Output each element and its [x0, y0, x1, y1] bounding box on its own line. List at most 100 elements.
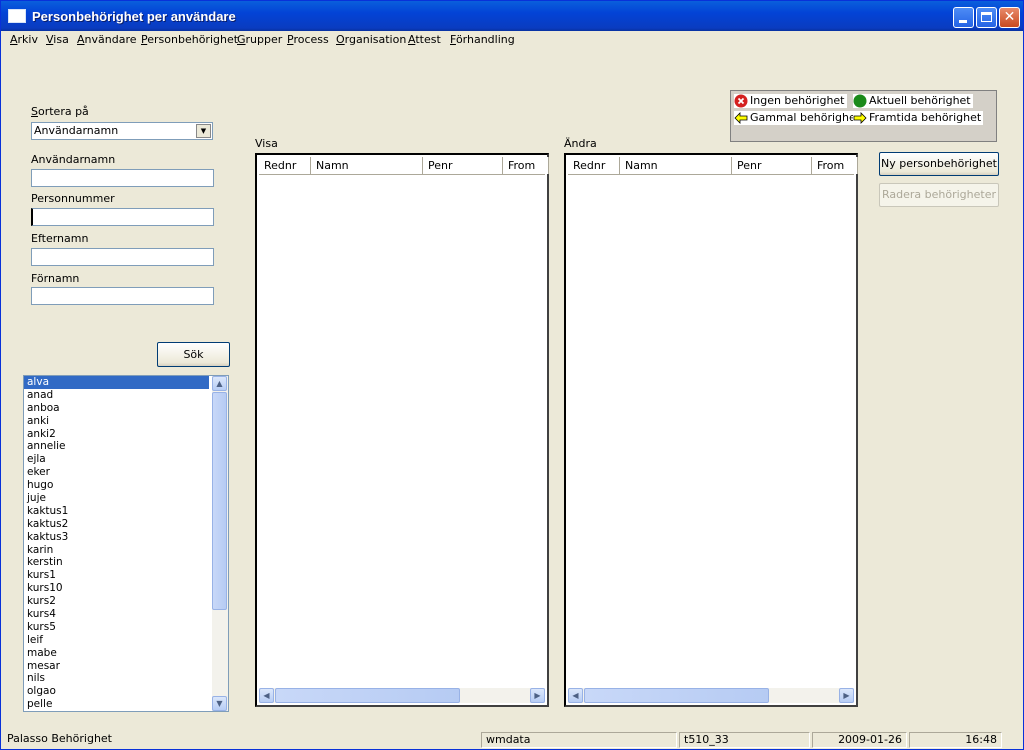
- visa-col-penr[interactable]: Penr: [423, 157, 503, 174]
- scroll-right-icon[interactable]: ▶: [839, 688, 854, 703]
- list-item[interactable]: mabe: [24, 647, 228, 660]
- user-list[interactable]: alva anad anboa anki anki2 annelie ejla eker hug…: [23, 375, 229, 712]
- arrow-left-icon: [734, 111, 748, 125]
- maximize-button[interactable]: [976, 7, 997, 28]
- status-server: t510_33: [679, 732, 810, 748]
- visa-col-from[interactable]: From: [503, 157, 549, 174]
- user-list-scrollbar[interactable]: ▲ ▼: [212, 376, 228, 711]
- personnummer-field[interactable]: [31, 208, 214, 226]
- legend-framtida: Framtida behörighet: [853, 111, 984, 125]
- andra-col-from[interactable]: From: [812, 157, 858, 174]
- scroll-down-icon[interactable]: ▼: [212, 696, 227, 711]
- andra-col-rednr[interactable]: Rednr: [568, 157, 620, 174]
- dropdown-arrow-icon[interactable]: ▼: [196, 124, 211, 138]
- scroll-left-icon[interactable]: ◀: [568, 688, 583, 703]
- list-item[interactable]: anad: [24, 389, 228, 402]
- window-title: Personbehörighet per användare: [32, 9, 236, 24]
- andra-grid[interactable]: Rednr Namn Penr From ◀ ▶: [564, 153, 858, 707]
- list-item[interactable]: ejla: [24, 453, 228, 466]
- list-item[interactable]: anboa: [24, 402, 228, 415]
- list-item[interactable]: kurs5: [24, 621, 228, 634]
- menu-forhandling[interactable]: Förhandling: [450, 33, 515, 46]
- list-item[interactable]: kurs2: [24, 595, 228, 608]
- scroll-left-icon[interactable]: ◀: [259, 688, 274, 703]
- sort-select[interactable]: Användarnamn ▼: [31, 122, 213, 140]
- status-app: Palasso Behörighet: [7, 732, 112, 745]
- menu-personbehorighet[interactable]: Personbehörighet: [141, 33, 238, 46]
- list-item[interactable]: leif: [24, 634, 228, 647]
- arrow-right-icon: [853, 111, 867, 125]
- list-item[interactable]: pelle: [24, 698, 228, 711]
- title-bar[interactable]: Personbehörighet per användare ✕: [1, 1, 1023, 31]
- andra-label: Ändra: [564, 137, 597, 150]
- new-permission-label: Ny personbehörighet: [880, 157, 997, 170]
- username-field[interactable]: [31, 169, 214, 187]
- list-item[interactable]: kaktus2: [24, 518, 228, 531]
- sort-label: Sortera på: [31, 105, 89, 118]
- list-item[interactable]: nils: [24, 672, 228, 685]
- andra-col-penr[interactable]: Penr: [732, 157, 812, 174]
- visa-col-rednr[interactable]: Rednr: [259, 157, 311, 174]
- list-item[interactable]: annelie: [24, 440, 228, 453]
- minimize-icon: [959, 20, 967, 23]
- list-item[interactable]: kurs1: [24, 569, 228, 582]
- delete-permissions-button[interactable]: Radera behörigheter: [879, 183, 999, 207]
- visa-hscrollbar[interactable]: ◀ ▶: [259, 688, 545, 703]
- list-item[interactable]: kurs10: [24, 582, 228, 595]
- sort-value: Användarnamn: [34, 124, 119, 137]
- menu-grupper[interactable]: Grupper: [237, 33, 282, 46]
- username-label: Användarnamn: [31, 153, 116, 166]
- list-item[interactable]: kerstin: [24, 556, 228, 569]
- menu-anvandare[interactable]: Användare: [77, 33, 137, 46]
- legend-framtida-label: Framtida behörighet: [869, 111, 982, 124]
- legend-ingen-label: Ingen behörighet: [750, 94, 845, 107]
- minimize-button[interactable]: [953, 7, 974, 28]
- close-button[interactable]: ✕: [999, 7, 1020, 28]
- visa-grid[interactable]: Rednr Namn Penr From ◀ ▶: [255, 153, 549, 707]
- user-list-items: alva anad anboa anki anki2 annelie ejla eker hug…: [24, 376, 228, 711]
- search-button-label: Sök: [183, 348, 204, 361]
- list-item[interactable]: kaktus1: [24, 505, 228, 518]
- andra-grid-header: Rednr Namn Penr From: [568, 157, 858, 175]
- list-item[interactable]: hugo: [24, 479, 228, 492]
- close-icon: ✕: [1003, 9, 1016, 25]
- list-item[interactable]: olgao: [24, 685, 228, 698]
- scroll-up-icon[interactable]: ▲: [212, 376, 227, 391]
- list-item[interactable]: mesar: [24, 660, 228, 673]
- scroll-right-icon[interactable]: ▶: [530, 688, 545, 703]
- visa-col-namn[interactable]: Namn: [311, 157, 423, 174]
- andra-hscrollbar[interactable]: ◀ ▶: [568, 688, 854, 703]
- status-db: wmdata: [481, 732, 677, 748]
- maximize-icon: [981, 12, 992, 22]
- menu-organisation[interactable]: Organisation: [336, 33, 406, 46]
- list-item[interactable]: anki2: [24, 428, 228, 441]
- list-item[interactable]: kurs4: [24, 608, 228, 621]
- new-permission-button[interactable]: Ny personbehörighet: [879, 152, 999, 176]
- no-access-icon: [734, 94, 748, 108]
- andra-col-namn[interactable]: Namn: [620, 157, 732, 174]
- window-icon: [8, 9, 26, 23]
- list-item[interactable]: alva: [24, 376, 209, 389]
- visa-label: Visa: [255, 137, 278, 150]
- menu-process[interactable]: Process: [287, 33, 329, 46]
- efternamn-label: Efternamn: [31, 232, 89, 245]
- list-item[interactable]: anki: [24, 415, 228, 428]
- scroll-thumb[interactable]: [212, 392, 227, 610]
- list-item[interactable]: karin: [24, 544, 228, 557]
- efternamn-field[interactable]: [31, 248, 214, 266]
- menu-attest[interactable]: Attest: [408, 33, 441, 46]
- list-item[interactable]: kaktus3: [24, 531, 228, 544]
- search-button[interactable]: Sök: [157, 342, 230, 367]
- menu-bar: Arkiv Visa Användare Personbehörighet Gr…: [1, 31, 1023, 49]
- menu-arkiv[interactable]: Arkiv: [10, 33, 38, 46]
- app-window: Personbehörighet per användare ✕ Arkiv V…: [0, 0, 1024, 750]
- delete-permissions-label: Radera behörigheter: [881, 188, 996, 201]
- scroll-thumb[interactable]: [275, 688, 460, 703]
- legend-aktuell: Aktuell behörighet: [853, 94, 973, 108]
- legend: Ingen behörighet Aktuell behörighet Gamm…: [730, 90, 997, 142]
- list-item[interactable]: eker: [24, 466, 228, 479]
- list-item[interactable]: juje: [24, 492, 228, 505]
- scroll-thumb[interactable]: [584, 688, 769, 703]
- fornamn-field[interactable]: [31, 287, 214, 305]
- menu-visa[interactable]: Visa: [46, 33, 69, 46]
